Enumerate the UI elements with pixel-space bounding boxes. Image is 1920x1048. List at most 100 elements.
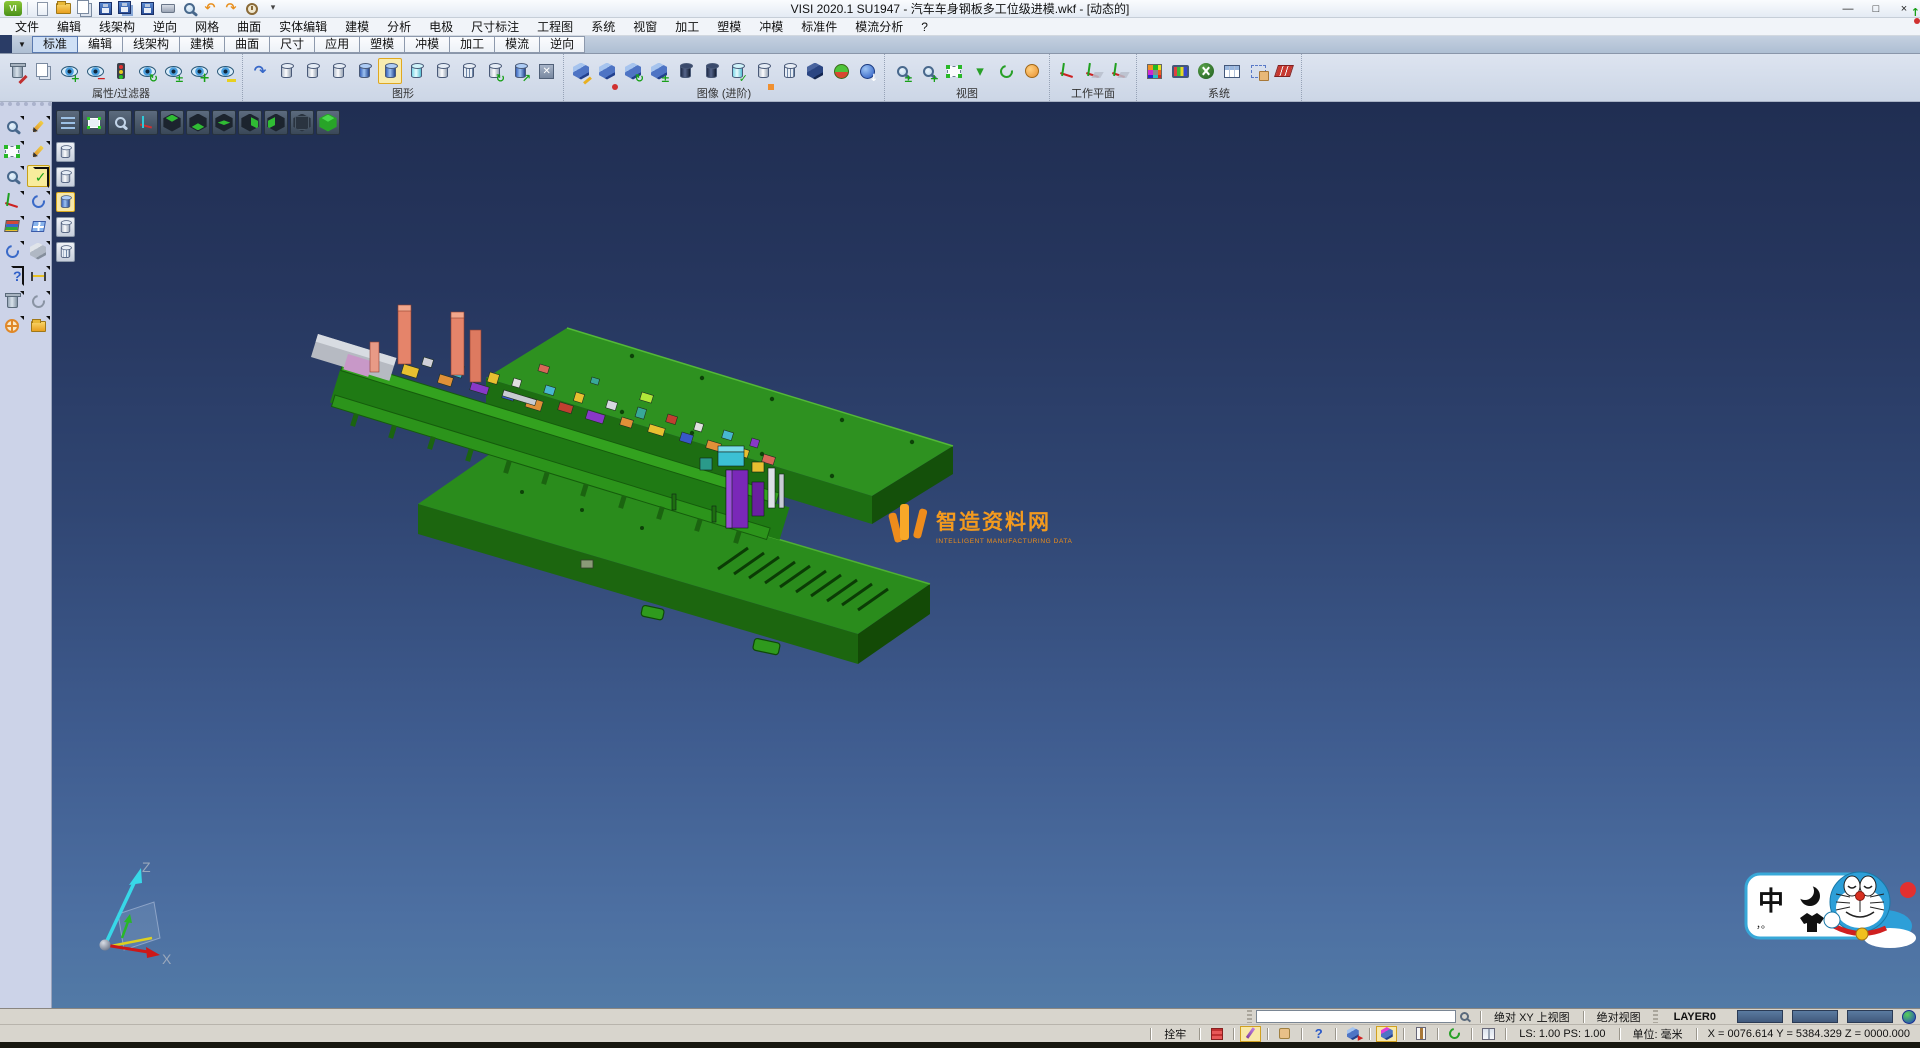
filter-cyl-1-button[interactable]	[56, 142, 75, 162]
body-check-icon[interactable]	[725, 58, 749, 84]
menu-item-window[interactable]: 视窗	[624, 18, 666, 36]
fit-window-icon[interactable]	[1, 140, 24, 162]
close-button[interactable]: ×	[1890, 1, 1918, 17]
view-direction-icon[interactable]: ▾	[968, 58, 992, 84]
attributes-palette-icon[interactable]	[1, 215, 24, 237]
undo-icon[interactable]: ↶	[201, 0, 219, 17]
tab-standard[interactable]: 标准	[32, 36, 78, 53]
brush-toggle-icon[interactable]	[1240, 1026, 1261, 1042]
tab-reverse[interactable]: 逆向	[539, 36, 585, 53]
workplane-2-icon[interactable]	[1081, 58, 1105, 84]
new-file-icon[interactable]	[33, 0, 51, 17]
tab-dimension[interactable]: 尺寸	[269, 36, 315, 53]
ucs-axis-icon[interactable]	[1, 190, 24, 212]
max-button[interactable]: □	[1862, 1, 1890, 17]
view-right-button[interactable]	[238, 110, 262, 135]
layer-wireframe-icon[interactable]	[456, 58, 480, 84]
print-preview-icon[interactable]	[180, 0, 198, 17]
view-iso-wire-button[interactable]	[290, 110, 314, 135]
filter-cyl-wire-button[interactable]	[56, 242, 75, 262]
stamp-toggle-icon[interactable]	[1274, 1026, 1295, 1042]
view-mode-label[interactable]: 绝对 XY 上视图	[1486, 1009, 1578, 1025]
solid-edit-icon[interactable]	[569, 58, 593, 84]
model-3d[interactable]: 智造资料网 INTELLIGENT MANUFACTURING DATA Z X	[52, 102, 1920, 1008]
fit-view-button[interactable]	[82, 110, 106, 135]
table-settings-icon[interactable]	[1220, 58, 1244, 84]
undo-sidebar-icon[interactable]	[27, 290, 50, 312]
menu-item-edit[interactable]: 编辑	[48, 18, 90, 36]
active-layer-label[interactable]: LAYER0	[1662, 1011, 1728, 1023]
body-dark-1-icon[interactable]	[673, 58, 697, 84]
tab-modeling[interactable]: 建模	[179, 36, 225, 53]
menu-item-reverse[interactable]: 逆向	[144, 18, 186, 36]
tab-plastic[interactable]: 塑模	[359, 36, 405, 53]
tab-dropdown-icon[interactable]: ▼	[12, 36, 32, 53]
zoom-solid-icon[interactable]	[1, 165, 24, 187]
layer-color-swatch-3[interactable]	[1847, 1010, 1893, 1023]
tab-surface[interactable]: 曲面	[224, 36, 270, 53]
bars-toggle-icon[interactable]	[1410, 1026, 1431, 1042]
zoom-window-icon[interactable]	[890, 58, 914, 84]
cube-shade-toggle-icon[interactable]	[1376, 1026, 1397, 1042]
solid-view-icon[interactable]	[27, 240, 50, 262]
qat-dropdown-icon[interactable]: ▾	[264, 0, 282, 17]
menu-item-wireframe[interactable]: 线架构	[90, 18, 144, 36]
layer-settings-icon[interactable]	[534, 58, 558, 84]
menu-item-stamping[interactable]: 冲模	[750, 18, 792, 36]
measure-icon[interactable]	[27, 265, 50, 287]
cube-arrow-toggle-icon[interactable]	[1342, 1026, 1363, 1042]
menu-item-file[interactable]: 文件	[6, 18, 48, 36]
sketch-icon[interactable]	[27, 140, 50, 162]
ime-mode-label[interactable]: 中	[1758, 886, 1784, 916]
layer-color-swatch-2[interactable]	[1792, 1010, 1838, 1023]
solid-filter-icon[interactable]	[595, 58, 619, 84]
material-grid-icon[interactable]	[1272, 58, 1296, 84]
shade-arrow-icon[interactable]	[855, 58, 879, 84]
query-toggle-icon[interactable]	[1308, 1026, 1329, 1042]
grip-handle[interactable]	[1247, 1010, 1252, 1023]
filter-traffic-icon[interactable]	[109, 58, 133, 84]
menu-item-electrode[interactable]: 电极	[420, 18, 462, 36]
menu-item-plastic-mold[interactable]: 塑模	[708, 18, 750, 36]
view-left-button[interactable]	[264, 110, 288, 135]
solid-toggle-icon[interactable]	[647, 58, 671, 84]
edit-delete-icon[interactable]	[27, 115, 50, 137]
layer-refresh-icon[interactable]: ↷	[248, 58, 272, 84]
view-bottom-button[interactable]	[186, 110, 210, 135]
snap-grid-toggle-icon[interactable]	[1206, 1026, 1227, 1042]
units-label[interactable]: 单位: 毫米	[1625, 1026, 1691, 1042]
solid-refresh-icon[interactable]	[621, 58, 645, 84]
workplane-1-icon[interactable]	[1055, 58, 1079, 84]
axis-button[interactable]	[134, 110, 158, 135]
menu-item-dimension[interactable]: 尺寸标注	[462, 18, 528, 36]
show-entity-icon[interactable]	[57, 58, 81, 84]
menu-item-drawing[interactable]: 工程图	[528, 18, 582, 36]
layer-white-1-icon[interactable]	[274, 58, 298, 84]
shade-sphere-icon[interactable]	[829, 58, 853, 84]
open-file-icon[interactable]	[54, 0, 72, 17]
workplane-3-icon[interactable]	[1107, 58, 1131, 84]
tab-apply[interactable]: 应用	[314, 36, 360, 53]
copy-pages-icon[interactable]	[75, 0, 93, 17]
zoom-button[interactable]	[108, 110, 132, 135]
file-manager-icon[interactable]	[27, 315, 50, 337]
menu-item-mesh[interactable]: 网格	[186, 18, 228, 36]
grid-toggle-icon[interactable]	[1478, 1026, 1499, 1042]
help-query-icon[interactable]	[1, 265, 24, 287]
window-layout-icon[interactable]	[27, 215, 50, 237]
settings-wheel-icon[interactable]	[1, 315, 24, 337]
recent-history-icon[interactable]	[243, 0, 261, 17]
layer-blue-icon[interactable]	[352, 58, 376, 84]
layer-color-swatch-1[interactable]	[1737, 1010, 1783, 1023]
globe-icon[interactable]	[1902, 1010, 1916, 1024]
view-iso-button[interactable]	[316, 110, 340, 135]
tab-edit[interactable]: 编辑	[77, 36, 123, 53]
dynamic-view-icon[interactable]	[1, 115, 24, 137]
layer-white-2-icon[interactable]	[300, 58, 324, 84]
save-icon[interactable]	[96, 0, 114, 17]
absolute-view-label[interactable]: 绝对视图	[1589, 1009, 1649, 1025]
color-palette-icon[interactable]	[1142, 58, 1166, 84]
tab-wireframe[interactable]: 线架构	[122, 36, 180, 53]
search-icon[interactable]	[1460, 1012, 1469, 1021]
view-top-button[interactable]	[160, 110, 184, 135]
